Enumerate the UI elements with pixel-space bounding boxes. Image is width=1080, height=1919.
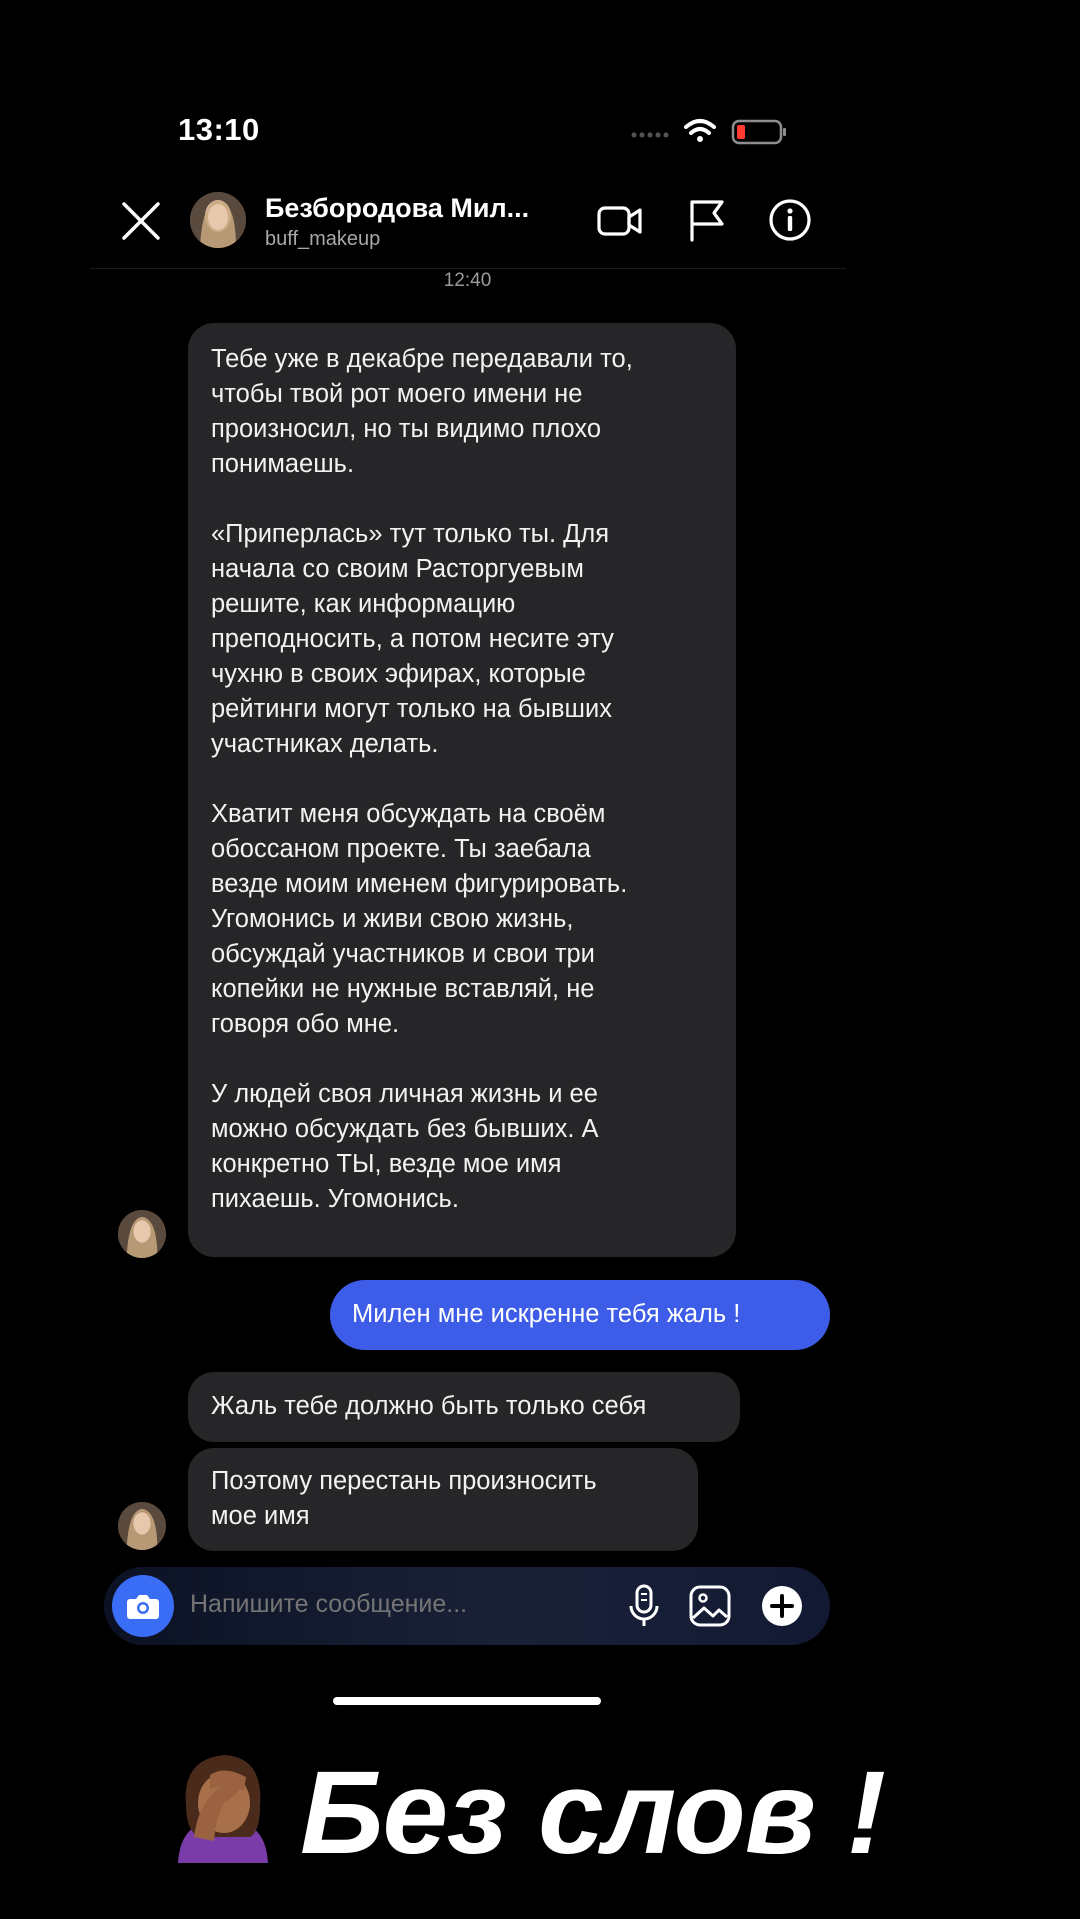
status-time: 13:10 <box>178 112 260 147</box>
message-line: копейки не нужные вставляй, не <box>211 975 595 1003</box>
message-text: Тебе уже в декабре передавали то, чтобы т… <box>211 342 726 1217</box>
message-input[interactable] <box>190 1590 590 1619</box>
message-line: понимаешь. <box>211 450 355 478</box>
caption-text: Без слов ! <box>300 1747 886 1879</box>
message-line: обоссаном проекте. Ты заебала <box>211 835 591 863</box>
message-line: чтобы твой рот моего имени не <box>211 380 583 408</box>
message-bubble-incoming[interactable]: Поэтому перестань произносить мое имя <box>188 1448 698 1551</box>
message-line: решите, как информацию <box>211 590 516 618</box>
message-paragraph: Тебе уже в декабре передавали то, чтобы т… <box>211 342 726 482</box>
message-paragraph: У людей своя личная жизнь и ее можно обсу… <box>211 1077 726 1217</box>
message-line: «Приперлась» тут только ты. Для <box>211 520 610 548</box>
info-icon[interactable] <box>766 196 814 244</box>
close-icon[interactable] <box>118 198 164 244</box>
message-text: Милен мне искренне тебя жаль ! <box>352 1300 741 1328</box>
wifi-icon <box>684 119 716 142</box>
sender-avatar[interactable] <box>118 1210 166 1258</box>
chat-timestamp: 12:40 <box>443 270 492 291</box>
message-line: конкретно ТЫ, везде мое имя <box>211 1150 562 1178</box>
message-bubble-incoming[interactable]: Тебе уже в декабре передавали то, чтобы т… <box>188 323 736 1257</box>
microphone-icon[interactable] <box>622 1582 666 1630</box>
message-line: везде моим именем фигурировать. <box>211 870 628 898</box>
camera-icon <box>127 1595 159 1619</box>
flag-icon[interactable] <box>684 196 732 244</box>
plus-icon[interactable] <box>758 1582 806 1630</box>
message-line: произносил, но ты видимо плохо <box>211 415 602 443</box>
camera-button[interactable] <box>112 1575 174 1637</box>
message-line: можно обсуждать без бывших. А <box>211 1115 599 1143</box>
message-text: Жаль тебе должно быть только себя <box>211 1392 647 1420</box>
header-divider <box>90 268 846 269</box>
message-bubble-incoming[interactable]: Жаль тебе должно быть только себя <box>188 1372 740 1442</box>
message-line: рейтинги могут только на бывших <box>211 695 612 723</box>
message-paragraph: «Приперлась» тут только ты. Для начала со… <box>211 517 726 762</box>
message-line: преподносить, а потом несите эту <box>211 625 614 653</box>
contact-name[interactable]: Безбородова Мил... <box>265 193 529 224</box>
facepalm-emoji-icon <box>164 1745 282 1863</box>
message-line: говоря обо мне. <box>211 1010 400 1038</box>
message-paragraph: Хватит меня обсуждать на своём обоссаном … <box>211 797 726 1042</box>
signal-dots-icon <box>631 132 669 138</box>
message-line: мое имя <box>211 1502 310 1530</box>
contact-avatar[interactable] <box>190 192 246 248</box>
status-indicators <box>631 119 786 145</box>
message-line: Поэтому перестань произносить <box>211 1467 597 1495</box>
message-line: обсуждай участников и свои три <box>211 940 595 968</box>
message-line: Хватит меня обсуждать на своём <box>211 800 606 828</box>
message-line: начала со своим Расторгуевым <box>211 555 584 583</box>
home-indicator <box>333 1697 601 1705</box>
message-bubble-outgoing[interactable]: Милен мне искренне тебя жаль ! <box>330 1280 830 1350</box>
message-line: Тебе уже в декабре передавали то, <box>211 345 633 373</box>
contact-username: buff_makeup <box>265 228 381 250</box>
sender-avatar[interactable] <box>118 1502 166 1550</box>
battery-icon <box>731 119 786 145</box>
video-call-icon[interactable] <box>596 196 644 244</box>
message-line: чухню в своих эфирах, которые <box>211 660 586 688</box>
message-line: У людей своя личная жизнь и ее <box>211 1080 598 1108</box>
message-line: Угомонись и живи свою жизнь, <box>211 905 574 933</box>
message-line: пихаешь. Угомонись. <box>211 1185 459 1213</box>
message-line: участниках делать. <box>211 730 439 758</box>
gallery-icon[interactable] <box>686 1582 734 1630</box>
